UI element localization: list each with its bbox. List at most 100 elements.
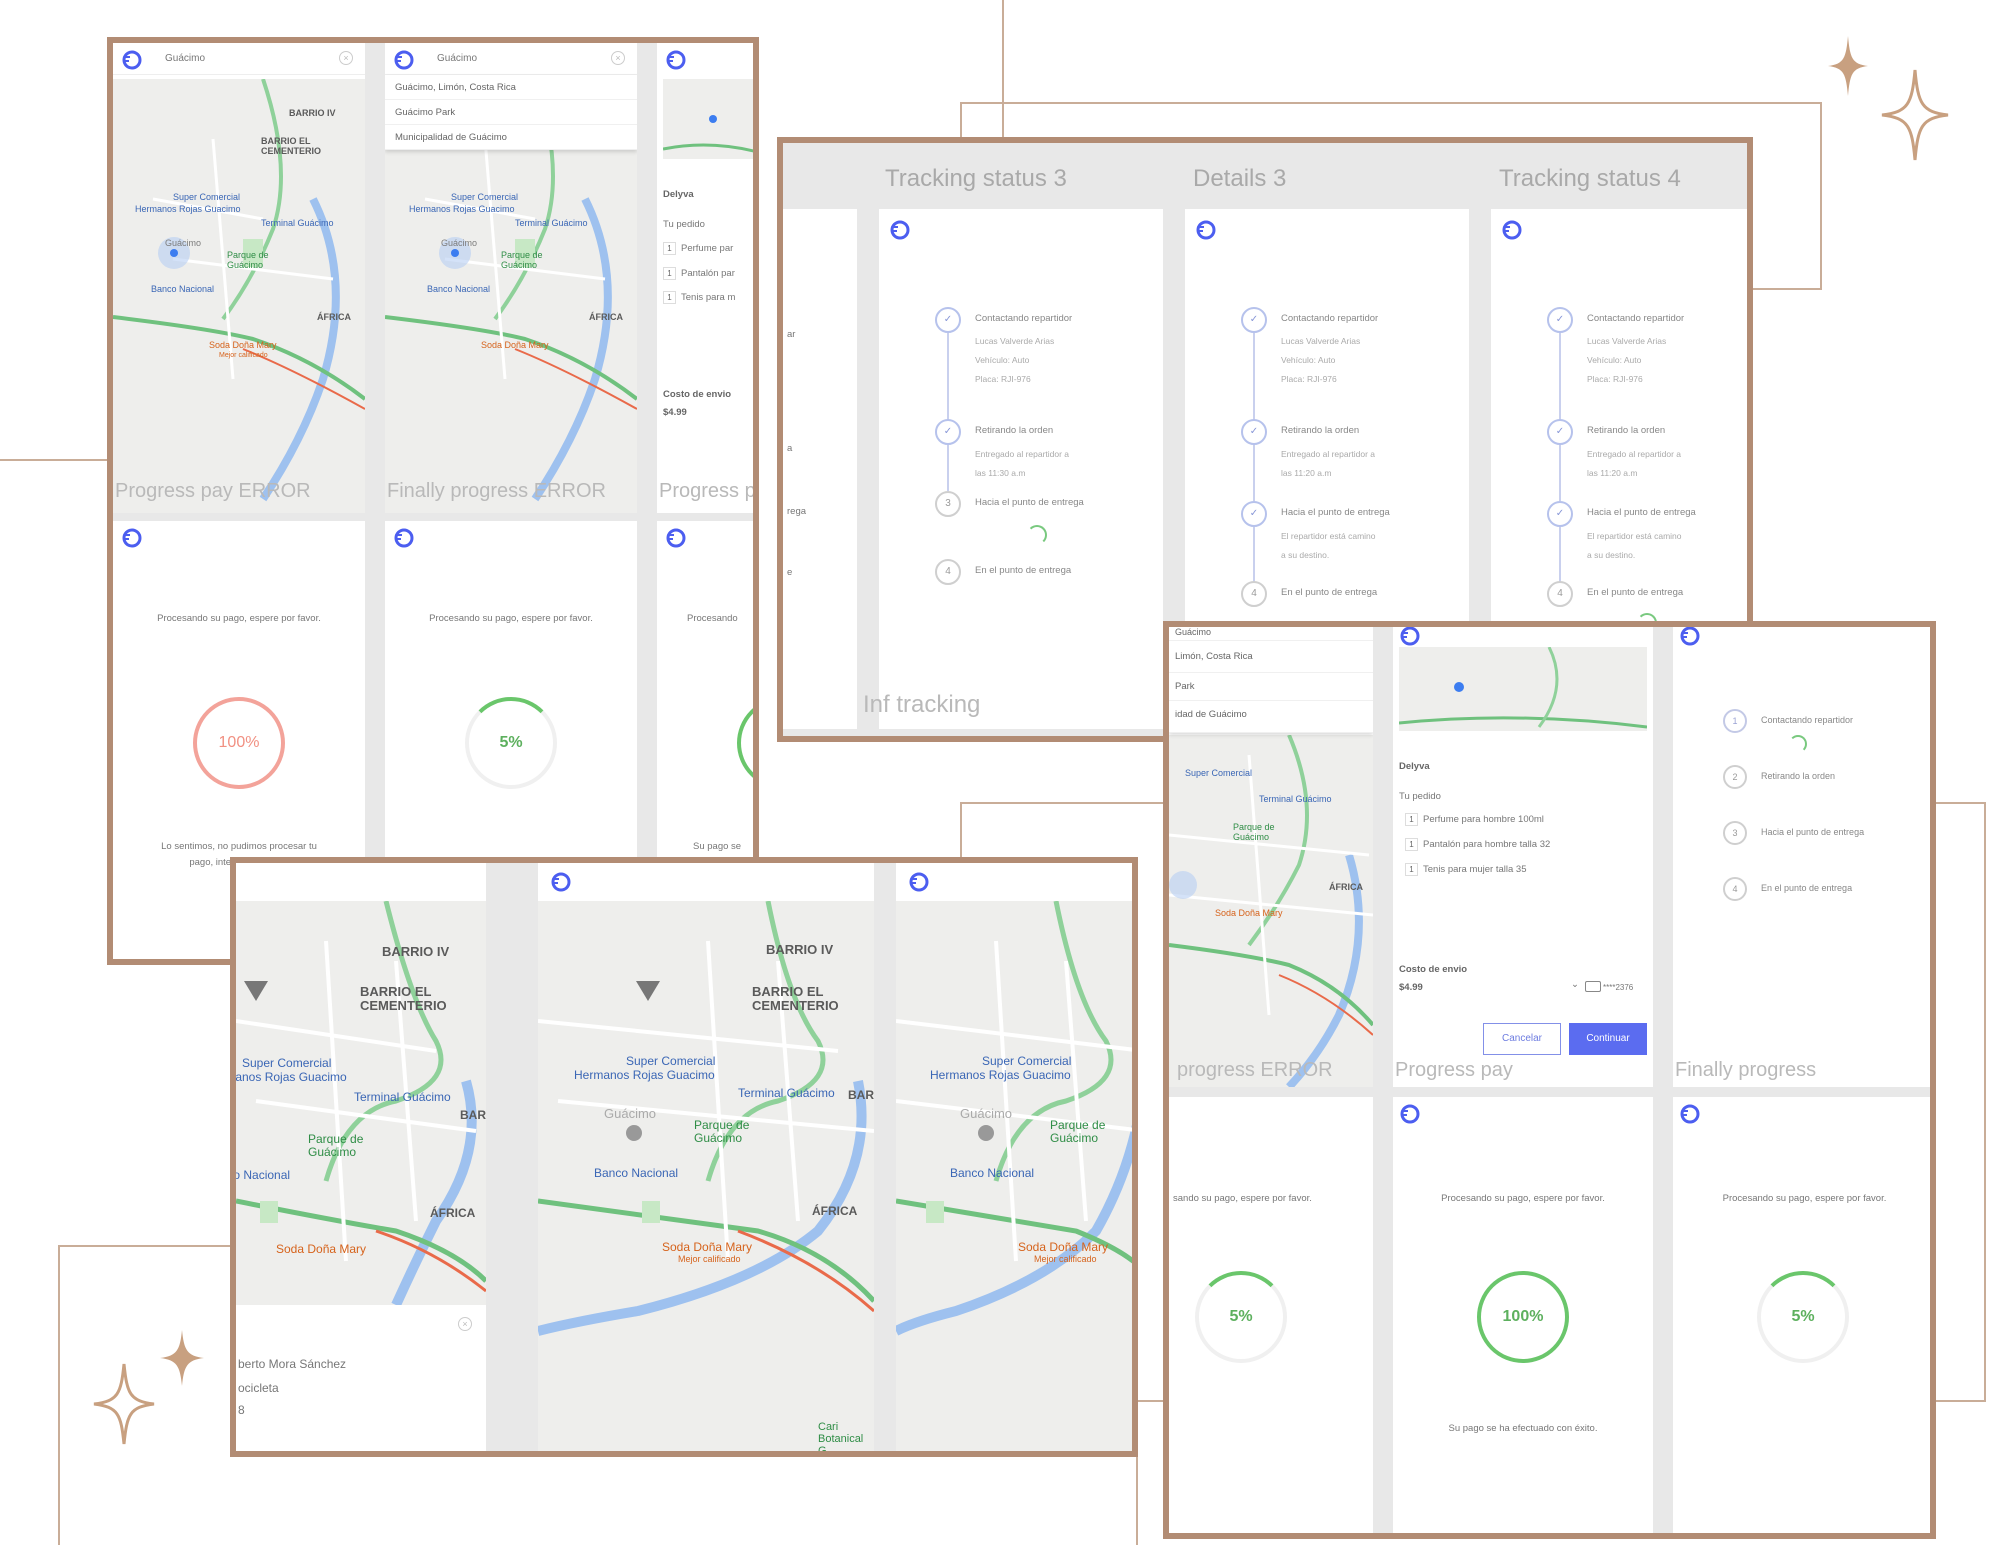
map-label-terminal: Terminal Guácimo	[1259, 794, 1332, 804]
step-detail: Entregado al repartidor a	[1281, 449, 1376, 459]
app-logo-icon	[1400, 1104, 1420, 1124]
map-label-africa: ÁFRICA	[812, 1204, 858, 1218]
map-label-guacimo: Guácimo	[604, 1106, 657, 1121]
step-number: 2	[1723, 765, 1747, 789]
item-qty: 1	[1405, 838, 1418, 851]
step-number: 3	[935, 491, 961, 517]
step-detail: las 11:20 a.m	[1587, 468, 1638, 478]
map-label-terminal: Terminal Guácimo	[261, 218, 334, 228]
map-label-barrio-iv: BARRIO IV	[289, 108, 336, 118]
screen-label: Progress pay	[1395, 1059, 1513, 1081]
item-qty: 1	[663, 267, 676, 280]
map-label-soda-sub: Mejor calificado	[678, 1254, 741, 1264]
board-map-screens: BARRIO IV BARRIO EL CEMENTERIO Super Com…	[230, 857, 1138, 1457]
app-logo-icon	[394, 528, 414, 548]
step-detail: Lucas Valverde Arias	[1281, 336, 1361, 346]
cut-text: ar	[787, 329, 796, 340]
map-label-parque: Parque de Guácimo	[694, 1118, 750, 1146]
map-label-bar: BAR	[848, 1088, 874, 1102]
processing-text: Procesando su pago, espere por favor.	[1722, 1193, 1887, 1204]
cut-text: e	[787, 567, 793, 578]
board-checkout-screens: Guácimo Limón, Costa Rica Park idad de G…	[1163, 621, 1936, 1539]
map-label-parque: Parque de Guácimo	[1050, 1118, 1106, 1146]
map-view[interactable]	[538, 901, 874, 1451]
step-title: Hacia el punto de entrega	[1587, 507, 1696, 518]
clear-icon[interactable]: ×	[339, 51, 353, 65]
item-name: Perfume par	[681, 243, 734, 254]
map-label-soda: Soda Doña Mary	[209, 340, 277, 350]
map-label-soda: Soda Doña Mary	[1215, 908, 1283, 918]
map-label-africa: ÁFRICA	[430, 1206, 476, 1220]
card-number: ****2376	[1603, 983, 1634, 992]
search-input[interactable]: Guácimo	[165, 53, 205, 64]
step-number: 4	[1723, 877, 1747, 901]
item-qty: 1	[663, 242, 676, 255]
map-label-terminal: Terminal Guácimo	[738, 1086, 835, 1100]
step-title: En el punto de entrega	[1587, 587, 1684, 598]
map-label-super-comercial: Super Comercial	[173, 192, 241, 202]
step-detail: Placa: RJI-976	[1281, 374, 1337, 384]
search-suggestions: Guácimo, Limón, Costa Rica Guácimo Park …	[385, 75, 637, 150]
step-connector	[1253, 443, 1255, 501]
suggestion-item[interactable]: Guácimo, Limón, Costa Rica	[385, 75, 637, 100]
step-title: En el punto de entrega	[1281, 587, 1378, 598]
driver-vehicle: ocicleta	[238, 1381, 279, 1395]
step-detail: El repartidor está camino	[1281, 531, 1376, 541]
loading-spinner	[1789, 735, 1807, 753]
suggestion-item[interactable]: Park	[1169, 673, 1373, 701]
search-input[interactable]: Guácimo	[437, 53, 477, 64]
route-map-screen: Super Comercial Hermanos Rojas Guacimo G…	[896, 863, 1132, 1451]
step-detail: El repartidor está camino	[1587, 531, 1682, 541]
progress-value: 5%	[499, 734, 523, 751]
check-icon: ✓	[1547, 307, 1573, 333]
map-label-cementerio: BARRIO EL CEMENTERIO	[752, 984, 839, 1014]
map-label-super-comercial: Super Comercial	[982, 1054, 1072, 1068]
map-label-soda-sub: Mejor calificado	[1034, 1254, 1097, 1264]
close-icon[interactable]: ×	[458, 1317, 472, 1331]
clear-icon[interactable]: ×	[611, 51, 625, 65]
driver-name: berto Mora Sánchez	[238, 1357, 347, 1371]
app-logo-icon	[551, 872, 571, 892]
board-payment-screens: Guácimo × BARRIO IV BARRIO EL CEMENTERIO…	[107, 37, 759, 965]
column-title: Tracking status 3	[885, 165, 1067, 192]
chevron-down-icon[interactable]: ⌄	[1571, 979, 1579, 990]
map-label-hermanos-rojas: Hermanos Rojas Guacimo	[930, 1068, 1071, 1082]
shipping-value: $4.99	[663, 407, 687, 418]
search-bar[interactable]: Guácimo ×	[113, 43, 365, 75]
sparkle-star-outline-icon	[1881, 69, 1949, 161]
map-label-africa: ÁFRICA	[1329, 882, 1363, 892]
step-detail: Entregado al repartidor a	[975, 449, 1070, 459]
map-label-super-comercial: Super Comercial	[242, 1056, 332, 1070]
error-message: Lo sentimos, no pudimos procesar tu	[161, 841, 317, 852]
map-label-soda-sub: Mejor calificado	[219, 352, 268, 359]
step-detail: Lucas Valverde Arias	[1587, 336, 1667, 346]
map-view[interactable]	[113, 79, 365, 513]
error-progress-ring: 100%	[193, 697, 285, 789]
suggestion-item[interactable]: idad de Guácimo	[1169, 701, 1373, 733]
progress-value: 100%	[1502, 1308, 1544, 1325]
map-screen-1: Guácimo × BARRIO IV BARRIO EL CEMENTERIO…	[113, 43, 365, 513]
screen-label: Finally progress ERROR	[387, 480, 606, 502]
cancel-button[interactable]: Cancelar	[1483, 1023, 1561, 1055]
app-logo-icon	[1502, 220, 1522, 240]
map-label-super-comercial: Super Comercial	[451, 192, 519, 202]
check-icon: ✓	[935, 307, 961, 333]
processing-text: Procesando su pago, espere por favor.	[157, 613, 321, 624]
search-bar[interactable]: Guácimo ×	[385, 43, 637, 75]
step-detail: Placa: RJI-976	[1587, 374, 1643, 384]
screen-label: Finally progress	[1675, 1059, 1817, 1081]
order-label: Tu pedido	[663, 219, 705, 230]
progress-value: 100%	[218, 734, 260, 751]
map-label-cementerio: BARRIO EL CEMENTERIO	[360, 984, 447, 1014]
continue-button[interactable]: Continuar	[1569, 1023, 1647, 1055]
app-logo-icon	[122, 528, 142, 548]
step-title: Retirando la orden	[975, 425, 1054, 436]
search-suggestions: Guácimo Limón, Costa Rica Park idad de G…	[1169, 627, 1373, 733]
suggestion-item[interactable]: Guácimo Park	[385, 100, 637, 125]
suggestion-item[interactable]: Municipalidad de Guácimo	[385, 125, 637, 150]
check-icon: ✓	[1547, 419, 1573, 445]
suggestion-item[interactable]: Limón, Costa Rica	[1169, 641, 1373, 673]
suggestion-item[interactable]: Guácimo	[1169, 627, 1373, 641]
map-label-soda: Soda Doña Mary	[276, 1242, 367, 1256]
step-number: 4	[1241, 581, 1267, 607]
